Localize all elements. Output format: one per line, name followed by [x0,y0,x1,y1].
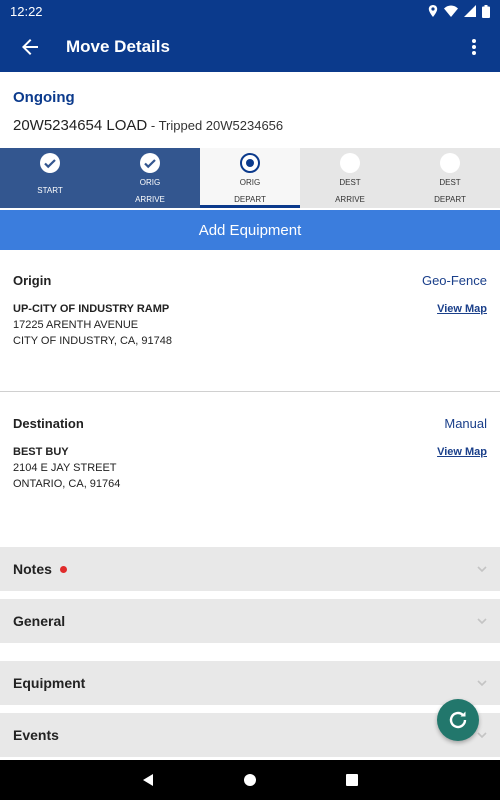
more-vert-icon [472,39,476,43]
notes-section[interactable]: Notes [0,547,500,591]
page-title: Move Details [66,37,170,56]
section-divider [0,391,500,392]
status-icons [428,4,490,18]
location-icon [428,5,438,17]
step-sublabel: DEPART [234,195,266,204]
equipment-label: Equipment [13,675,86,691]
destination-address-line1: 2104 E JAY STREET [13,462,117,474]
notes-indicator-icon [59,565,67,573]
radio-empty-icon [440,153,460,173]
move-status: Ongoing [13,89,75,106]
nav-back-icon[interactable] [141,773,155,787]
chevron-down-icon [477,732,487,739]
chevron-down-icon [477,566,487,573]
step-sublabel: ARRIVE [135,195,165,204]
check-icon [40,153,60,173]
chevron-down-icon [477,618,487,625]
more-vert-icon-dot [472,45,476,49]
notes-label: Notes [13,561,52,577]
destination-name: BEST BUY [13,446,69,458]
radio-empty-icon [340,153,360,173]
step-dest-depart[interactable]: DEST DEPART [400,148,500,208]
destination-heading: Destination [13,416,84,431]
refresh-button[interactable] [437,699,479,741]
step-label: ORIG [139,178,161,187]
wifi-icon [444,5,458,17]
more-vert-icon-dot [472,51,476,55]
equipment-section[interactable]: Equipment [0,661,500,705]
origin-view-map-link[interactable]: View Map [437,303,487,315]
refresh-icon [449,711,467,729]
load-line: 20W5234654 LOAD - Tripped 20W5234656 [13,117,283,134]
step-sublabel: ARRIVE [335,195,365,204]
events-label: Events [13,727,59,743]
signal-icon [464,5,476,17]
status-time: 12:22 [10,3,43,19]
back-button[interactable] [0,22,60,72]
chevron-down-icon [477,680,487,687]
app-bar: Move Details [0,22,500,72]
more-options-button[interactable] [464,36,484,58]
back-arrow-icon [22,39,38,55]
general-label: General [13,613,66,629]
step-start[interactable]: START [0,148,100,208]
radio-selected-icon [240,153,260,173]
tripped-text: - Tripped 20W5234656 [147,118,284,133]
destination-mode: Manual [444,416,487,431]
move-progress-stepper: START ORIG ARRIVE ORIG DEPART DEST ARRIV… [0,148,500,208]
check-icon [140,153,160,173]
origin-heading: Origin [13,273,52,288]
step-label: ORIG [239,178,261,187]
add-equipment-button[interactable]: Add Equipment [0,210,500,250]
status-bar: 12:22 [0,0,500,22]
system-nav-bar [0,760,500,800]
step-dest-arrive[interactable]: DEST ARRIVE [300,148,400,208]
nav-recents-icon[interactable] [345,773,359,787]
origin-name: UP-CITY OF INDUSTRY RAMP [13,303,170,315]
origin-address-line2: CITY OF INDUSTRY, CA, 91748 [13,335,172,347]
nav-home-icon[interactable] [243,773,257,787]
destination-address-line2: ONTARIO, CA, 91764 [13,478,121,490]
load-number: 20W5234654 LOAD [13,117,148,134]
step-label: DEST [439,178,461,187]
step-sublabel: DEPART [434,195,466,204]
events-section[interactable]: Events [0,713,500,757]
destination-view-map-link[interactable]: View Map [437,446,487,458]
origin-address-line1: 17225 ARENTH AVENUE [13,319,139,331]
step-label: START [37,186,63,195]
general-section[interactable]: General [0,599,500,643]
step-orig-depart[interactable]: ORIG DEPART [200,148,300,208]
origin-mode: Geo-Fence [421,273,487,288]
step-orig-arrive[interactable]: ORIG ARRIVE [100,148,200,208]
step-label: DEST [339,178,361,187]
battery-icon [482,4,490,18]
